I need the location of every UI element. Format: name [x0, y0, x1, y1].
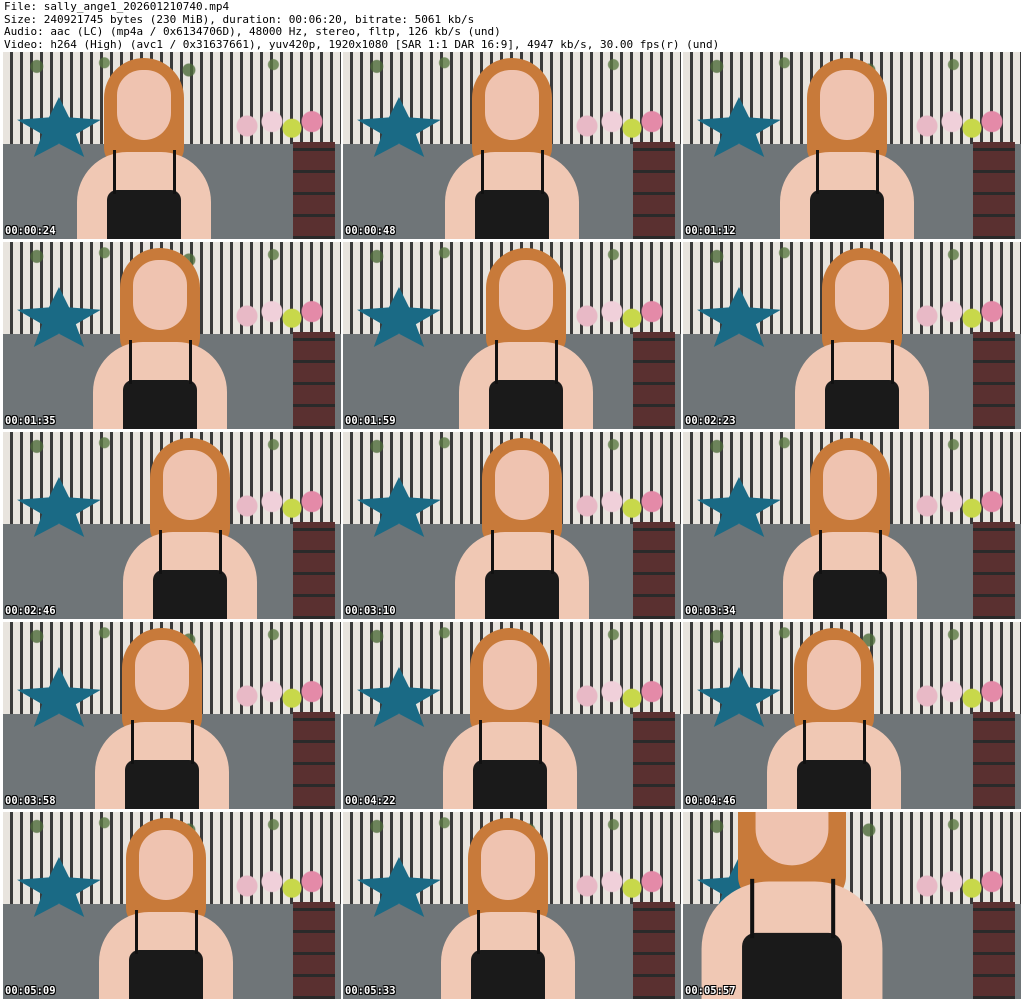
video-frame-thumbnail: 00:03:34 — [683, 432, 1021, 619]
file-info-header: File: sally_ange1_202601210740.mp4 Size: … — [0, 0, 1024, 52]
timestamp-label: 00:05:57 — [685, 985, 736, 997]
video-frame-thumbnail: 00:05:57 — [683, 812, 1021, 999]
timestamp-label: 00:01:35 — [5, 415, 56, 427]
video-frame-thumbnail: 00:01:12 — [683, 52, 1021, 239]
video-frame-thumbnail: 00:04:22 — [343, 622, 681, 809]
video-frame-thumbnail: 00:01:35 — [3, 242, 341, 429]
timestamp-label: 00:05:09 — [5, 985, 56, 997]
video-frame-thumbnail: 00:03:10 — [343, 432, 681, 619]
video-frame-thumbnail: 00:02:46 — [3, 432, 341, 619]
video-frame-thumbnail: 00:03:58 — [3, 622, 341, 809]
timestamp-label: 00:01:12 — [685, 225, 736, 237]
timestamp-label: 00:03:58 — [5, 795, 56, 807]
timestamp-label: 00:02:46 — [5, 605, 56, 617]
timestamp-label: 00:05:33 — [345, 985, 396, 997]
video-info-line: Video: h264 (High) (avc1 / 0x31637661), … — [4, 37, 720, 51]
timestamp-label: 00:00:24 — [5, 225, 56, 237]
video-frame-thumbnail: 00:04:46 — [683, 622, 1021, 809]
thumbnail-grid: 00:00:24 00:00:48 00:01:12 00:01:35 00:0… — [3, 52, 1021, 1001]
audio-info-line: Audio: aac (LC) (mp4a / 0x6134706D), 480… — [4, 25, 501, 39]
timestamp-label: 00:03:10 — [345, 605, 396, 617]
video-frame-thumbnail: 00:00:24 — [3, 52, 341, 239]
video-frame-thumbnail: 00:02:23 — [683, 242, 1021, 429]
video-frame-thumbnail: 00:00:48 — [343, 52, 681, 239]
video-frame-thumbnail: 00:05:09 — [3, 812, 341, 999]
video-frame-thumbnail: 00:05:33 — [343, 812, 681, 999]
timestamp-label: 00:04:22 — [345, 795, 396, 807]
video-frame-thumbnail: 00:01:59 — [343, 242, 681, 429]
timestamp-label: 00:01:59 — [345, 415, 396, 427]
timestamp-label: 00:04:46 — [685, 795, 736, 807]
timestamp-label: 00:02:23 — [685, 415, 736, 427]
timestamp-label: 00:00:48 — [345, 225, 396, 237]
timestamp-label: 00:03:34 — [685, 605, 736, 617]
file-name-line: File: sally_ange1_202601210740.mp4 — [4, 0, 230, 13]
